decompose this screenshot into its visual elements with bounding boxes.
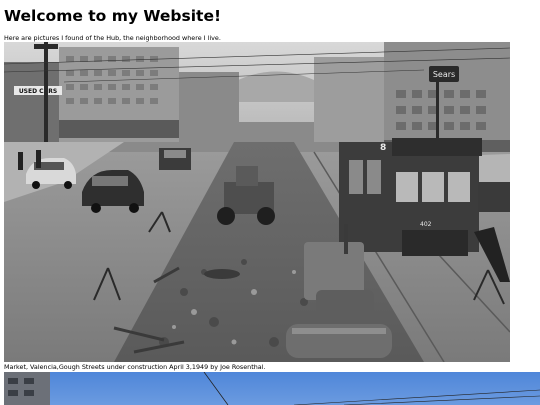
hub-photo-2 bbox=[4, 372, 540, 405]
building-left bbox=[4, 372, 50, 405]
hub-photo-1949: Sears USED CARS 8 402 bbox=[4, 42, 510, 362]
photo-caption: Market, Valencia,Gough Streets under con… bbox=[4, 363, 266, 371]
used-cars-sign-label: USED CARS bbox=[19, 88, 57, 95]
left-building bbox=[4, 62, 64, 147]
sky bbox=[4, 372, 540, 405]
mid-buildings bbox=[179, 72, 239, 142]
car-right bbox=[478, 182, 510, 212]
streetcar-number: 8 bbox=[380, 143, 386, 153]
right-building-far bbox=[314, 57, 384, 142]
page-title: Welcome to my Website! bbox=[4, 7, 222, 25]
streetcar-plate: 402 bbox=[420, 221, 432, 228]
car-mid bbox=[159, 148, 191, 170]
intro-text: Here are pictures I found of the Hub, th… bbox=[4, 34, 221, 42]
sears-sign-label: Sears bbox=[433, 70, 455, 79]
